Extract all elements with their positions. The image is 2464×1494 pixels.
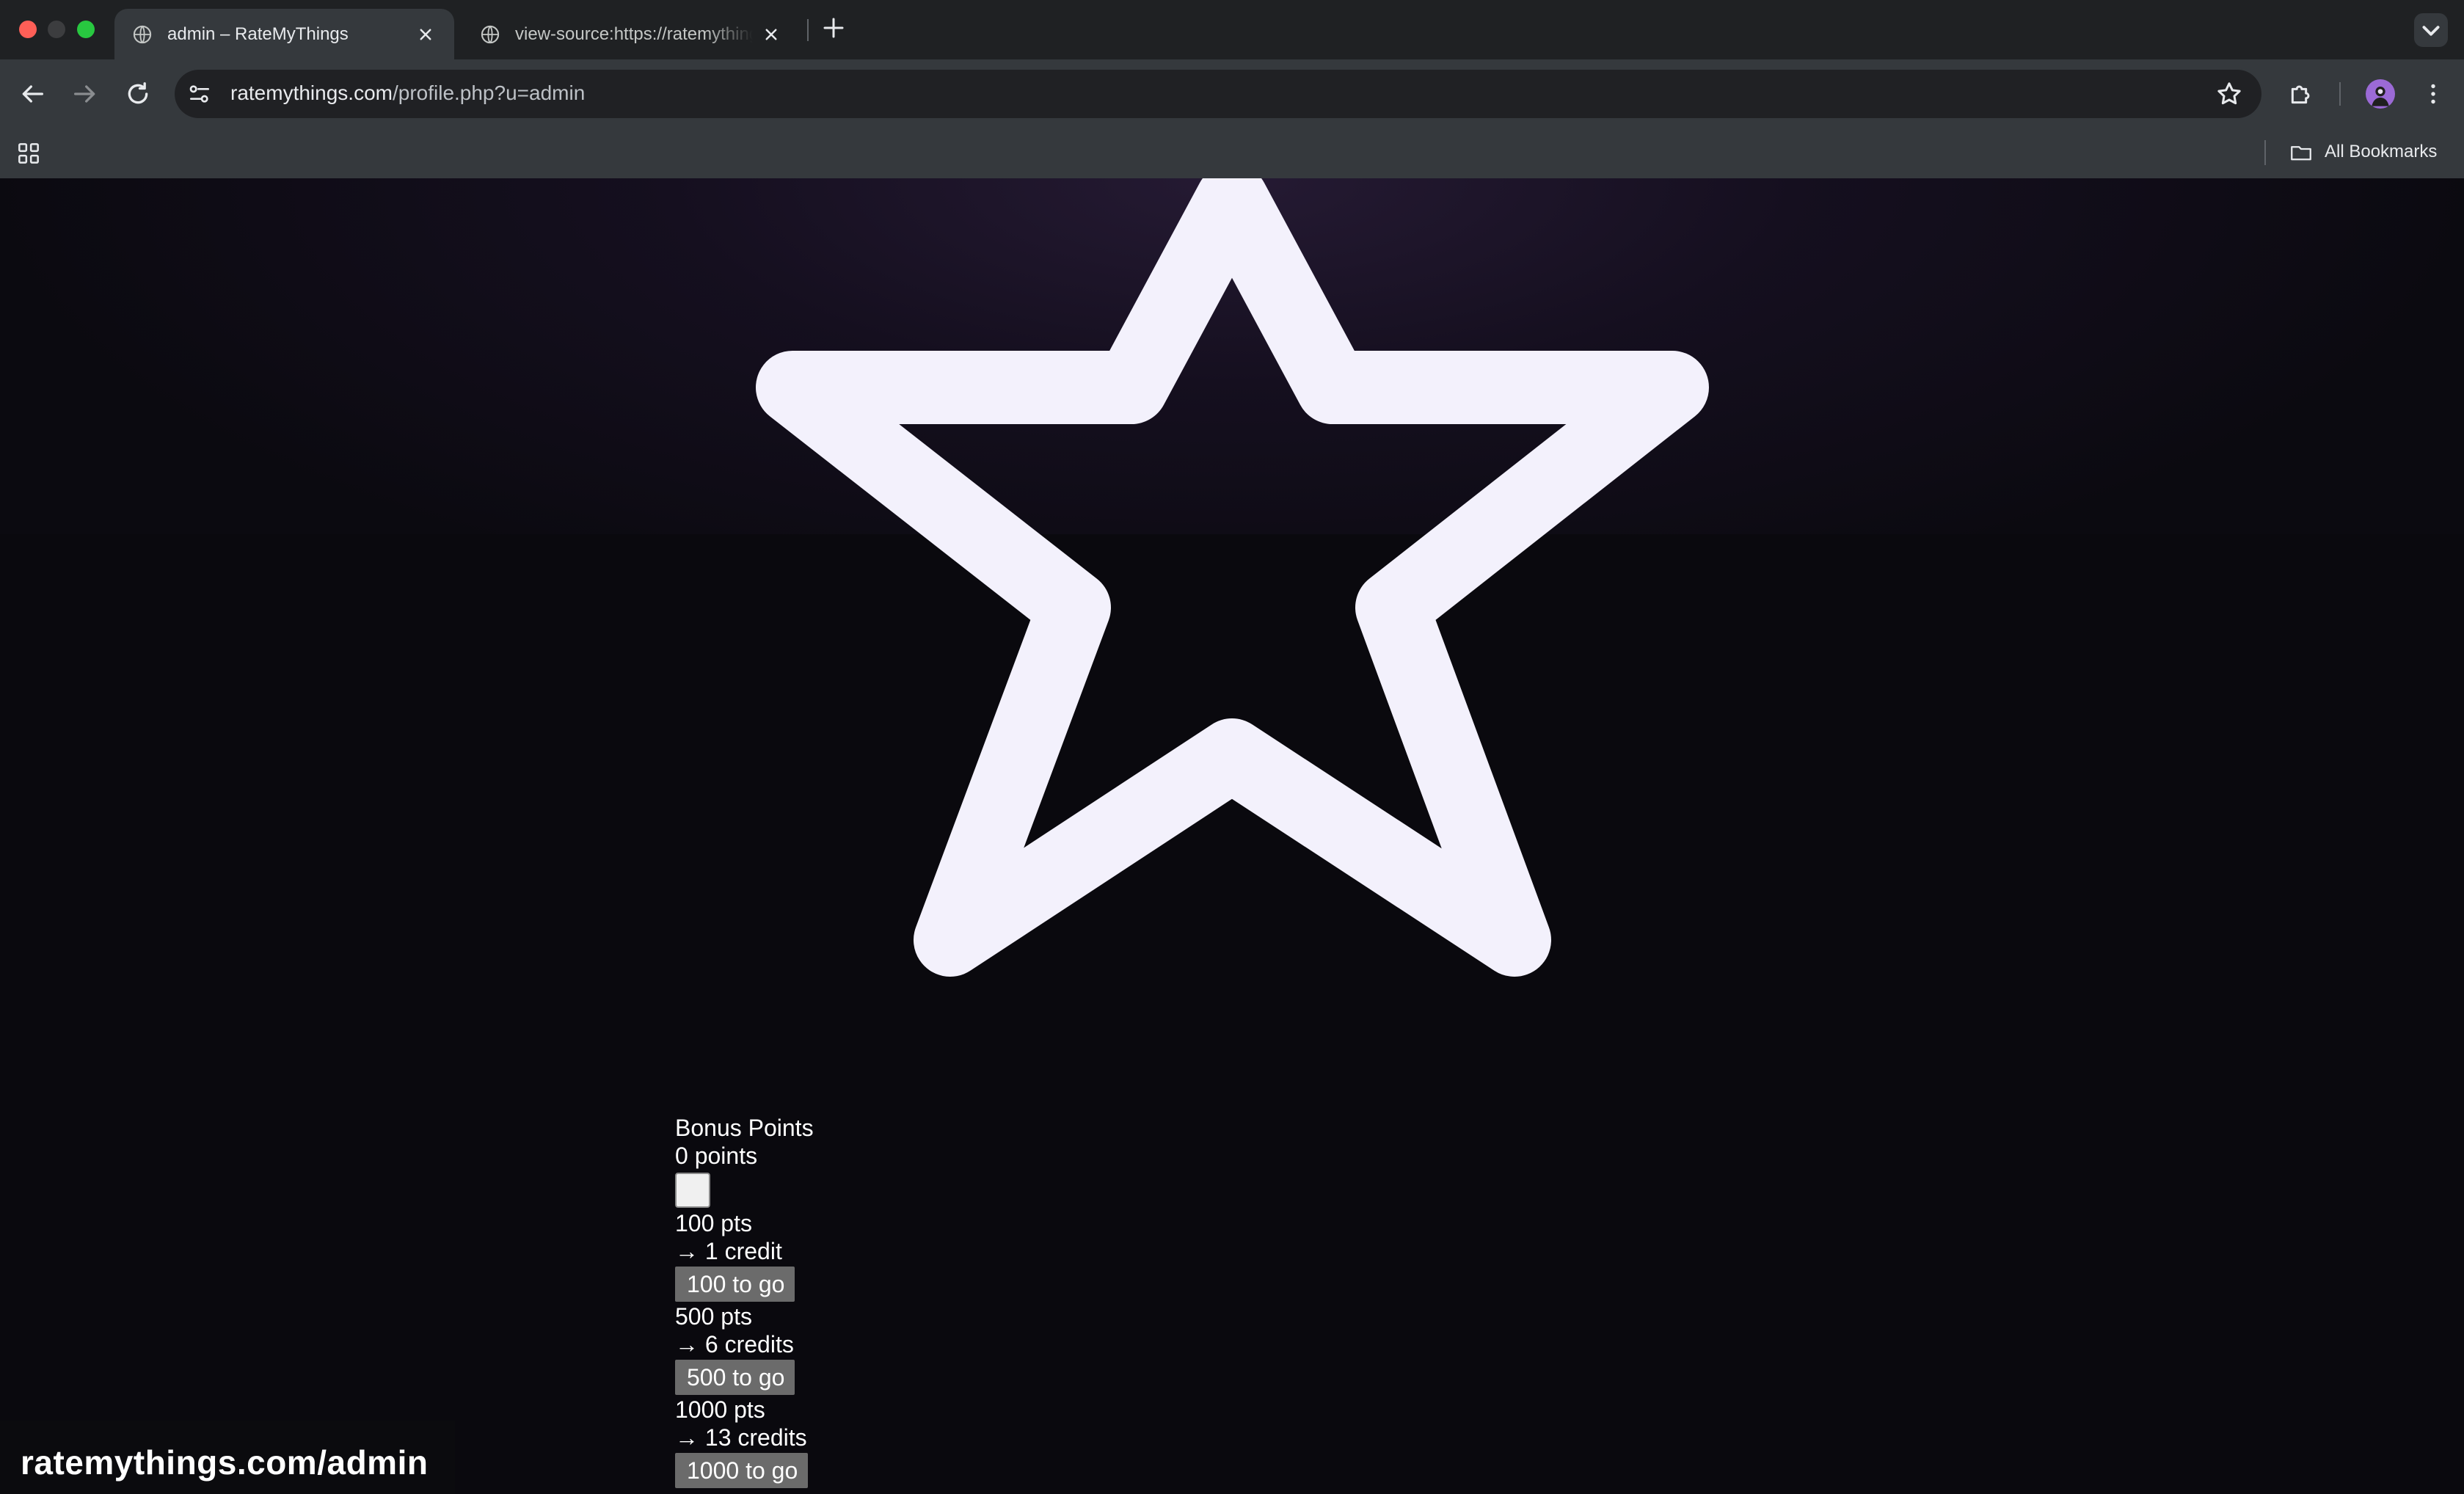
tab-search-button[interactable] bbox=[2414, 13, 2448, 47]
bookmark-star-icon[interactable] bbox=[2215, 79, 2244, 109]
tier-100-to-go-button[interactable]: 100 to go bbox=[675, 1267, 795, 1302]
tier-1000-to-go-button[interactable]: 1000 to go bbox=[675, 1453, 809, 1488]
watermark-text: ratemythings.com/admin bbox=[21, 1443, 429, 1482]
page-viewport bbox=[0, 178, 2464, 1494]
folder-icon[interactable] bbox=[2288, 140, 2314, 165]
tab-view-source[interactable]: view-source:https://ratemythings.com/pro… bbox=[462, 9, 800, 59]
tab-title: view-source:https://ratemythings.com/pro… bbox=[515, 23, 753, 44]
bonus-checkbox[interactable] bbox=[675, 1173, 710, 1208]
bookmarks-bar bbox=[0, 128, 2464, 178]
globe-icon bbox=[133, 25, 152, 43]
window-close-button[interactable] bbox=[19, 21, 37, 38]
window-maximize-button[interactable] bbox=[77, 21, 95, 38]
window-minimize-button[interactable] bbox=[48, 21, 65, 38]
star-outline-icon bbox=[756, 178, 1709, 977]
tier-points: 1000 pts bbox=[675, 1396, 765, 1423]
bookmarks-divider bbox=[2264, 140, 2266, 165]
site-settings-icon[interactable] bbox=[185, 79, 214, 109]
tab-divider bbox=[807, 19, 809, 41]
bonus-heading: Bonus Points bbox=[675, 1115, 814, 1141]
tier-points: 500 pts bbox=[675, 1303, 752, 1330]
reload-icon[interactable] bbox=[123, 79, 153, 109]
tab-title: admin – RateMyThings bbox=[167, 23, 349, 44]
points-balance: 0 points bbox=[675, 1143, 758, 1169]
close-tab-icon[interactable] bbox=[760, 23, 782, 45]
forward-arrow-icon[interactable] bbox=[70, 79, 100, 109]
bonus-points-section: Bonus Points 0 points 100 pts → 1 credit… bbox=[675, 1114, 814, 1489]
url-text[interactable]: ratemythings.com/profile.php?u=admin bbox=[230, 81, 585, 105]
toolbar-divider bbox=[2339, 82, 2341, 106]
url-path: /profile.php?u=admin bbox=[392, 81, 586, 104]
apps-grid-icon[interactable] bbox=[15, 139, 43, 167]
new-tab-plus-icon[interactable] bbox=[820, 15, 847, 41]
close-tab-icon[interactable] bbox=[415, 23, 437, 45]
extensions-puzzle-icon[interactable] bbox=[2286, 79, 2316, 109]
tier-points: 100 pts bbox=[675, 1210, 752, 1236]
tier-reward: → 6 credits bbox=[675, 1331, 794, 1358]
all-bookmarks-link[interactable]: All Bookmarks bbox=[2325, 142, 2437, 162]
user-avatar-icon bbox=[2372, 87, 2389, 106]
tier-reward: → 13 credits bbox=[675, 1424, 807, 1451]
more-options-icon[interactable] bbox=[2420, 79, 2446, 109]
profile-avatar[interactable] bbox=[2366, 79, 2395, 109]
tier-500-to-go-button[interactable]: 500 to go bbox=[675, 1360, 795, 1395]
tab-admin-profile[interactable]: admin – RateMyThings bbox=[114, 9, 454, 59]
back-arrow-icon[interactable] bbox=[18, 79, 47, 109]
globe-icon bbox=[481, 25, 500, 43]
tier-reward: → 1 credit bbox=[675, 1238, 782, 1264]
chevron-down-icon bbox=[2422, 26, 2440, 36]
url-domain: ratemythings.com bbox=[230, 81, 393, 104]
